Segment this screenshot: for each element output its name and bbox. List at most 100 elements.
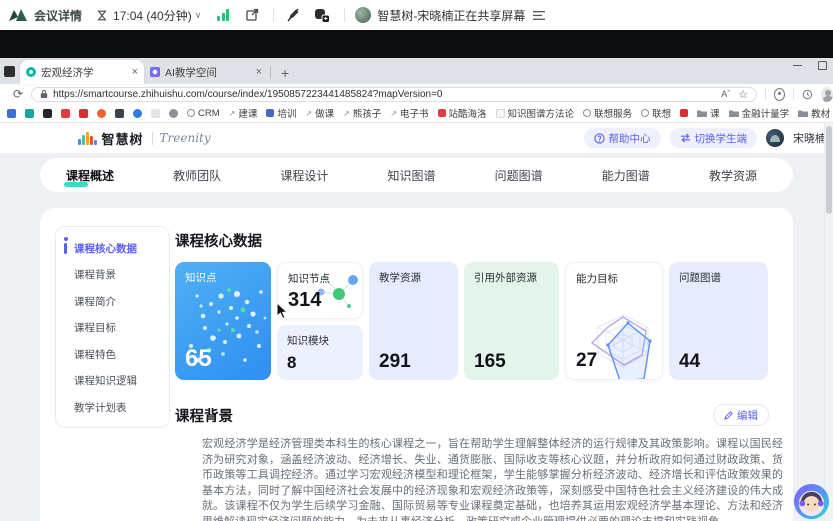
help-center-button[interactable]: 帮助中心 bbox=[584, 128, 661, 148]
bookmark-peixun[interactable]: 培训 bbox=[266, 106, 296, 120]
bookmark-favicon[interactable] bbox=[115, 109, 124, 118]
popout-window-icon[interactable] bbox=[245, 8, 259, 22]
user-avatar[interactable] bbox=[766, 129, 784, 147]
url-text[interactable]: https://smartcourse.zhihuishu.com/course… bbox=[53, 89, 715, 100]
brand-name[interactable]: 智慧树 bbox=[102, 129, 144, 148]
background-header-row: 课程背景 编辑 bbox=[175, 404, 783, 426]
menu-icon[interactable] bbox=[533, 11, 545, 20]
stat-question-graph[interactable]: 问题图谱 44 bbox=[669, 262, 768, 380]
bookmark-star-icon[interactable]: ☆ bbox=[738, 88, 748, 101]
bookmark-xionghaizi[interactable]: ↗熊孩子 bbox=[343, 106, 381, 120]
audio-interpretation-icon[interactable] bbox=[314, 8, 330, 23]
bookmarks-bar: CRM ↗建课 培训 ↗做课 ↗熊孩子 ↗电子书 站酷海洛 知识图谱方法论 联想… bbox=[0, 104, 833, 123]
page-scrollbar[interactable] bbox=[824, 123, 833, 521]
bookmark-favicon[interactable] bbox=[7, 109, 16, 118]
meeting-details-button[interactable]: 会议详情 bbox=[34, 7, 82, 24]
close-tab-icon[interactable]: × bbox=[132, 66, 138, 78]
read-aloud-icon[interactable]: Aˆ bbox=[721, 89, 730, 99]
bookmark-favicon[interactable] bbox=[43, 109, 52, 118]
bookmark-favicon[interactable] bbox=[97, 109, 106, 118]
zhihuishu-logo-icon bbox=[78, 132, 97, 145]
site-info-lock-icon[interactable] bbox=[40, 89, 48, 99]
bookmark-lenovo[interactable]: 联想 bbox=[641, 106, 671, 120]
browser-profile-avatar[interactable] bbox=[821, 87, 833, 102]
stats-row: 知识点 65 知识节点 314 bbox=[175, 262, 783, 380]
extension-icon[interactable] bbox=[774, 88, 785, 101]
new-tab-button[interactable]: + bbox=[281, 66, 289, 80]
divider bbox=[344, 8, 345, 22]
menu-course-goals[interactable]: 课程目标 bbox=[56, 315, 169, 342]
chevron-down-icon[interactable]: ∨ bbox=[195, 10, 202, 21]
annotation-disabled-icon[interactable] bbox=[286, 8, 300, 22]
bookmark-zuoke[interactable]: ↗做课 bbox=[305, 106, 334, 120]
nav-question-graph[interactable]: 问题图谱 bbox=[495, 167, 543, 184]
bookmark-favicon[interactable] bbox=[151, 109, 160, 118]
tab-ai-space[interactable]: AI教学空间 × bbox=[144, 60, 268, 84]
close-tab-icon[interactable]: × bbox=[256, 66, 262, 78]
address-bar[interactable]: https://smartcourse.zhihuishu.com/course… bbox=[31, 87, 757, 102]
meeting-app-logo-icon bbox=[8, 8, 28, 22]
background-title: 课程背景 bbox=[175, 405, 233, 426]
site-header: 智慧树 Treenity 帮助中心 切换学生端 宋晓楠 bbox=[0, 123, 833, 153]
main-content: 课程核心数据 bbox=[175, 208, 783, 521]
nav-knowledge-graph[interactable]: 知识图谱 bbox=[387, 167, 435, 184]
stat-external-resources[interactable]: 引用外部资源 165 bbox=[464, 262, 559, 380]
core-data-title: 课程核心数据 bbox=[175, 230, 783, 251]
edit-button[interactable]: 编辑 bbox=[713, 404, 769, 426]
divider bbox=[270, 66, 271, 79]
bookmark-folder-econometrics[interactable]: 金融计量学 bbox=[729, 106, 790, 120]
sharing-user-avatar bbox=[355, 7, 371, 23]
bookmark-ebook[interactable]: ↗电子书 bbox=[390, 106, 428, 120]
active-indicator bbox=[64, 243, 67, 254]
question-circle-icon bbox=[594, 133, 605, 144]
menu-core-data[interactable]: 课程核心数据 bbox=[56, 235, 169, 262]
background-paragraph: 宏观经济学是经济管理类本科生的核心课程之一，旨在帮助学生理解整体经济的运行规律及… bbox=[175, 437, 783, 521]
nav-course-overview[interactable]: 课程概述 bbox=[66, 167, 114, 184]
menu-course-intro[interactable]: 课程简介 bbox=[56, 288, 169, 315]
page-viewport: 智慧树 Treenity 帮助中心 切换学生端 宋晓楠 bbox=[0, 123, 833, 521]
ai-assistant-avatar[interactable] bbox=[793, 483, 830, 520]
bookmark-favicon[interactable] bbox=[169, 109, 178, 118]
browser-corner-icon[interactable] bbox=[4, 66, 15, 77]
menu-course-background[interactable]: 课程背景 bbox=[56, 262, 169, 289]
bookmark-favicon[interactable] bbox=[680, 109, 688, 117]
meeting-timer[interactable]: 17:04 (40分钟) bbox=[113, 7, 192, 24]
nav-teacher-team[interactable]: 教师团队 bbox=[173, 167, 221, 184]
pencil-icon bbox=[724, 411, 733, 420]
bookmark-lenovo-service[interactable]: 联想服务 bbox=[583, 106, 632, 120]
menu-course-features[interactable]: 课程特色 bbox=[56, 341, 169, 368]
tab-course[interactable]: 宏观经济学 × bbox=[20, 60, 144, 84]
nav-teaching-resources[interactable]: 教学资源 bbox=[709, 167, 757, 184]
reload-icon[interactable]: ⟳ bbox=[13, 88, 23, 100]
stat-teaching-resources[interactable]: 教学资源 291 bbox=[369, 262, 458, 380]
nav-course-design[interactable]: 课程设计 bbox=[280, 167, 328, 184]
bookmark-favicon[interactable] bbox=[79, 109, 88, 118]
bookmark-knowledge-method[interactable]: 知识图谱方法论 bbox=[496, 106, 575, 120]
switch-student-view-button[interactable]: 切换学生端 bbox=[670, 128, 758, 148]
history-icon[interactable] bbox=[802, 88, 813, 101]
switch-arrows-icon bbox=[680, 133, 691, 143]
ai-space-favicon bbox=[150, 67, 160, 77]
stat-knowledge-modules[interactable]: 知识模块 8 bbox=[277, 325, 363, 380]
bookmark-folder-ke[interactable]: 课 bbox=[697, 106, 720, 120]
stat-ability-goals[interactable]: 能力目标 27 bbox=[565, 262, 663, 380]
bookmark-zhanku[interactable]: 站酷海洛 bbox=[438, 106, 487, 120]
minimize-button[interactable] bbox=[793, 65, 802, 67]
stat-knowledge-points[interactable]: 知识点 65 bbox=[175, 262, 271, 380]
screen: 会议详情 17:04 (40分钟) ∨ 智慧树-宋晓楠正在共享屏幕 bbox=[0, 0, 833, 521]
bookmark-crm[interactable]: CRM bbox=[187, 108, 220, 119]
bookmark-favicon[interactable] bbox=[25, 109, 34, 118]
network-signal-icon bbox=[217, 9, 229, 21]
menu-knowledge-logic[interactable]: 课程知识逻辑 bbox=[56, 368, 169, 395]
divider bbox=[152, 132, 153, 145]
bookmark-favicon[interactable] bbox=[133, 109, 142, 118]
sharing-status-text: 智慧树-宋晓楠正在共享屏幕 bbox=[377, 7, 525, 24]
bookmark-jianke[interactable]: ↗建课 bbox=[229, 106, 258, 120]
user-name[interactable]: 宋晓楠 bbox=[793, 130, 826, 146]
nav-ability-graph[interactable]: 能力图谱 bbox=[602, 167, 650, 184]
scrollbar-thumb[interactable] bbox=[826, 126, 832, 214]
bookmark-favicon[interactable] bbox=[61, 109, 70, 118]
bookmark-folder-textbook[interactable]: 教材 bbox=[798, 106, 830, 120]
restore-button[interactable] bbox=[818, 61, 827, 70]
menu-teaching-plan[interactable]: 教学计划表 bbox=[56, 394, 169, 421]
